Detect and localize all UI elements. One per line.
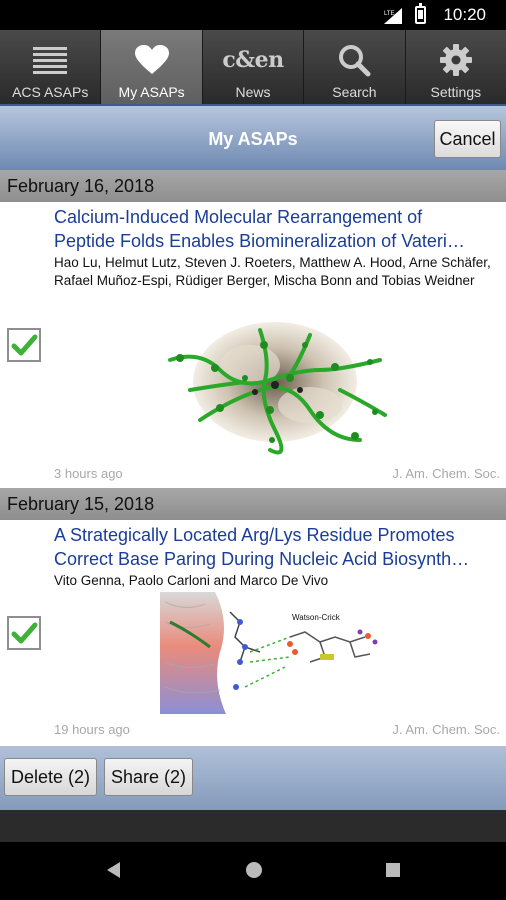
tab-label: Settings — [430, 84, 482, 100]
authors: Vito Genna, Paolo Carloni and Marco De V… — [54, 573, 329, 588]
checkmark-icon — [11, 334, 38, 356]
journal-name: J. Am. Chem. Soc. — [392, 466, 500, 481]
title-line: Peptide Folds Enables Biomineralization … — [54, 231, 465, 251]
list-item[interactable]: A Strategically Located Arg/Lys Residue … — [0, 520, 506, 746]
time-ago: 19 hours ago — [54, 722, 130, 737]
tab-label: ACS ASAPs — [12, 84, 89, 100]
checkmark-icon — [11, 622, 38, 644]
tab-bar: ACS ASAPs My ASAPs c&en News Search Sett… — [0, 30, 506, 104]
tab-settings[interactable]: Settings — [406, 30, 506, 104]
gear-icon — [439, 44, 472, 76]
checkbox[interactable] — [7, 328, 41, 362]
article-graphic: Watson-Crick — [160, 592, 378, 714]
action-bar: Delete (2) Share (2) — [0, 746, 506, 842]
svg-text:LTE: LTE — [384, 11, 395, 17]
tab-search[interactable]: Search — [304, 30, 406, 104]
cancel-button[interactable]: Cancel — [434, 120, 501, 158]
journal-name: J. Am. Chem. Soc. — [392, 722, 500, 737]
tab-news[interactable]: c&en News — [203, 30, 305, 104]
signal-icon: LTE — [384, 8, 402, 24]
tab-my-asaps[interactable]: My ASAPs — [101, 30, 203, 104]
checkbox[interactable] — [7, 616, 41, 650]
heart-icon — [134, 45, 169, 74]
title-line: Calcium-Induced Molecular Rearrangement … — [54, 207, 423, 227]
recents-icon[interactable] — [383, 860, 403, 880]
tab-label: My ASAPs — [118, 84, 185, 100]
title-line: Correct Base Paring During Nucleic Acid … — [54, 549, 470, 569]
action-bar-footer — [0, 810, 506, 842]
date-header: February 15, 2018 — [0, 488, 506, 520]
page-title: My ASAPs — [208, 129, 298, 149]
article-graphic — [168, 322, 387, 455]
title-line: A Strategically Located Arg/Lys Residue … — [54, 525, 455, 545]
list-item[interactable]: Calcium-Induced Molecular Rearrangement … — [0, 202, 506, 488]
delete-button[interactable]: Delete (2) — [4, 758, 98, 796]
battery-icon — [415, 3, 426, 24]
cen-logo-icon: c&en — [222, 47, 284, 73]
authors: Hao Lu, Helmut Lutz, Steven J. Roeters, … — [54, 255, 491, 288]
back-icon[interactable] — [104, 860, 124, 880]
list-icon — [33, 47, 68, 74]
article-list: February 16, 2018 Calcium-Induced Molecu… — [0, 170, 506, 746]
search-icon — [339, 45, 371, 77]
article-title[interactable]: A Strategically Located Arg/Lys Residue … — [54, 523, 502, 571]
tab-label: News — [235, 84, 271, 100]
tab-acs-asaps[interactable]: ACS ASAPs — [0, 30, 102, 104]
date-header: February 16, 2018 — [0, 170, 506, 202]
time-ago: 3 hours ago — [54, 466, 123, 481]
system-nav-bar — [0, 842, 506, 900]
tab-label: Search — [332, 84, 377, 100]
share-button[interactable]: Share (2) — [104, 758, 194, 796]
figure-label: Watson-Crick — [292, 613, 341, 622]
clock: 10:20 — [443, 5, 486, 24]
title-bar: My ASAPs Cancel — [0, 104, 506, 170]
home-icon[interactable] — [244, 860, 264, 880]
status-bar: LTE 10:20 — [0, 0, 506, 30]
article-title[interactable]: Calcium-Induced Molecular Rearrangement … — [54, 205, 502, 253]
